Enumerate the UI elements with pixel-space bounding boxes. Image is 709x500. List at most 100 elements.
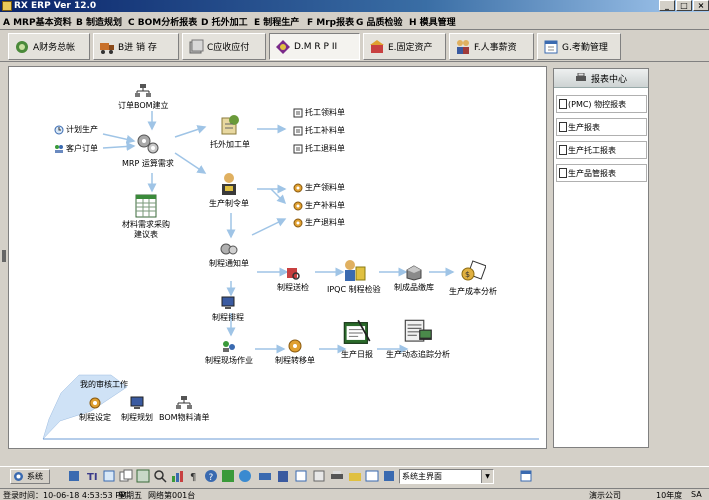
hr-icon [457, 39, 469, 54]
node-ipqc[interactable]: IPQC 制程检验 [327, 257, 381, 295]
node-outsource-order[interactable]: 托外加工单 [210, 112, 250, 150]
menu-outsource[interactable]: D 托外加工 [201, 15, 248, 28]
node-outsource-issue[interactable]: 托工领料单 [293, 107, 345, 118]
svg-text:$: $ [465, 270, 470, 279]
bom-tree-icon [135, 84, 152, 97]
exit-icon[interactable] [382, 469, 396, 483]
tab-inventory[interactable]: B进 销 存 [93, 33, 179, 60]
document-icon [293, 108, 303, 117]
svg-text:TI: TI [87, 472, 98, 483]
menu-process-production[interactable]: E 制程生产 [254, 15, 299, 28]
cost-icon: $ [461, 260, 486, 281]
node-process-setting[interactable]: 制程设定 [79, 395, 111, 423]
printer-icon[interactable] [330, 469, 344, 483]
tab-mrp[interactable]: D.M R P II [269, 33, 360, 60]
node-outsource-return[interactable]: 托工退料单 [293, 143, 345, 154]
node-process-notice[interactable]: 制程通知单 [209, 241, 249, 269]
calendar-icon[interactable] [294, 469, 308, 483]
node-daily-report[interactable]: 生产日报 [337, 318, 377, 360]
tab-attendance[interactable]: G.考勤管理 [537, 33, 621, 60]
tab-label: D.M R P II [294, 41, 338, 52]
edit-icon[interactable] [102, 469, 116, 483]
tab-hr-payroll[interactable]: F.人事薪资 [449, 33, 534, 60]
mrp-icon [276, 39, 290, 54]
tab-fixed-assets[interactable]: E.固定资产 [363, 33, 446, 60]
report-item-quality[interactable]: 生产品管报表 [556, 164, 647, 182]
tool-icon[interactable] [67, 469, 81, 483]
paragraph-icon[interactable]: ¶ [187, 469, 201, 483]
node-order-bom[interactable]: 订单BOM建立 [118, 83, 169, 111]
status-user: SA [691, 490, 702, 499]
chevron-down-icon[interactable]: ▼ [481, 470, 493, 483]
node-customer-order[interactable]: 客户订单 [54, 143, 98, 154]
window-switch-icon[interactable] [519, 469, 533, 483]
module-select[interactable]: 系统主界面 ▼ [399, 469, 494, 484]
node-production-order[interactable]: 生产制令单 [209, 171, 249, 209]
maximize-button[interactable]: □ [676, 0, 692, 11]
status-company: 演示公司 [589, 491, 621, 500]
check-icon[interactable] [221, 469, 235, 483]
status-bar: 登录时间：10-06-18 4:53:53 PM 星期五 网络第001台 演示公… [0, 488, 709, 500]
menu-quality-inspection[interactable]: G 品质检验 [356, 15, 403, 28]
minimize-button[interactable]: _ [659, 0, 675, 11]
node-cost-analysis[interactable]: $ 生产成本分析 [449, 259, 497, 297]
node-material-purchase[interactable]: 材料需求采购 建议表 [122, 193, 170, 240]
grid-icon[interactable] [136, 469, 150, 483]
menu-mrp-basic[interactable]: A MRP基本资料 [3, 15, 72, 28]
truck-icon [100, 42, 114, 54]
info-icon[interactable] [238, 469, 252, 483]
node-process-plan[interactable]: 制程规划 [121, 395, 153, 423]
node-prod-return[interactable]: 生产退料单 [293, 217, 345, 228]
help-icon[interactable]: ? [204, 469, 218, 483]
window-title: RX ERP Ver 12.0 [14, 1, 97, 11]
menu-mold-management[interactable]: H 模具管理 [409, 15, 456, 28]
document-icon [559, 122, 567, 132]
app-icon [2, 1, 12, 11]
report-center-panel: 报表中心 (PMC) 物控报表 生产报表 生产托工报表 生产品管报表 [553, 68, 649, 448]
text-icon[interactable]: TI [85, 469, 99, 483]
copy-icon[interactable] [119, 469, 133, 483]
node-prod-issue[interactable]: 生产领料单 [293, 182, 345, 193]
folder-icon[interactable] [348, 469, 362, 483]
tab-label: E.固定资产 [388, 43, 433, 53]
node-prod-supply[interactable]: 生产补料单 [293, 200, 345, 211]
status-login-time: 登录时间：10-06-18 4:53:53 PM [3, 491, 127, 500]
node-process-transfer[interactable]: 制程转移单 [275, 338, 315, 366]
node-bom-list[interactable]: BOM物料清单 [159, 395, 210, 423]
splitter-handle[interactable] [2, 250, 6, 262]
document-icon [559, 99, 567, 109]
node-plan-production[interactable]: 计划生产 [54, 124, 98, 135]
keyboard-icon[interactable] [258, 469, 272, 483]
report-item-pmc[interactable]: (PMC) 物控报表 [556, 95, 647, 113]
search-icon[interactable] [153, 469, 167, 483]
gear-icon [288, 339, 302, 353]
node-mrp-calc[interactable]: MRP 运算需求 [122, 131, 174, 169]
report-center-header: 报表中心 [554, 69, 648, 88]
tab-receivable[interactable]: C应收应付 [182, 33, 266, 60]
system-button[interactable]: 系统 [10, 469, 50, 484]
chart-icon[interactable] [170, 469, 184, 483]
book-icon[interactable] [276, 469, 290, 483]
gear-icon [293, 183, 303, 192]
menu-bom-report[interactable]: C BOM分析报表 [128, 15, 197, 28]
tab-label: F.人事薪资 [474, 43, 517, 53]
close-button[interactable]: × [693, 0, 709, 11]
node-process-inspect[interactable]: 制程送检 [277, 265, 309, 293]
node-outsource-supply[interactable]: 托工补料单 [293, 125, 345, 136]
list-icon[interactable] [312, 469, 326, 483]
tab-label: A财务总帐 [33, 43, 76, 53]
menu-mrp-report[interactable]: F Mrp报表 [307, 15, 354, 28]
node-finished-storage[interactable]: 制成品缴库 [394, 265, 434, 293]
report-item-outsource[interactable]: 生产托工报表 [556, 141, 647, 159]
tab-finance[interactable]: A财务总帐 [8, 33, 90, 60]
report-item-production[interactable]: 生产报表 [556, 118, 647, 136]
gear-icon [89, 397, 101, 409]
inspect-icon [287, 268, 300, 280]
outsource-icon [221, 115, 239, 135]
node-dynamic-tracking[interactable]: 生产动态追踪分析 [386, 318, 450, 360]
status-desk: 网络第001台 [148, 491, 196, 500]
window-icon[interactable] [365, 469, 379, 483]
node-site-work[interactable]: 制程现场作业 [205, 338, 253, 366]
node-process-schedule[interactable]: 制程排程 [212, 295, 244, 323]
menu-manufacturing-plan[interactable]: B 制造规划 [76, 15, 122, 28]
